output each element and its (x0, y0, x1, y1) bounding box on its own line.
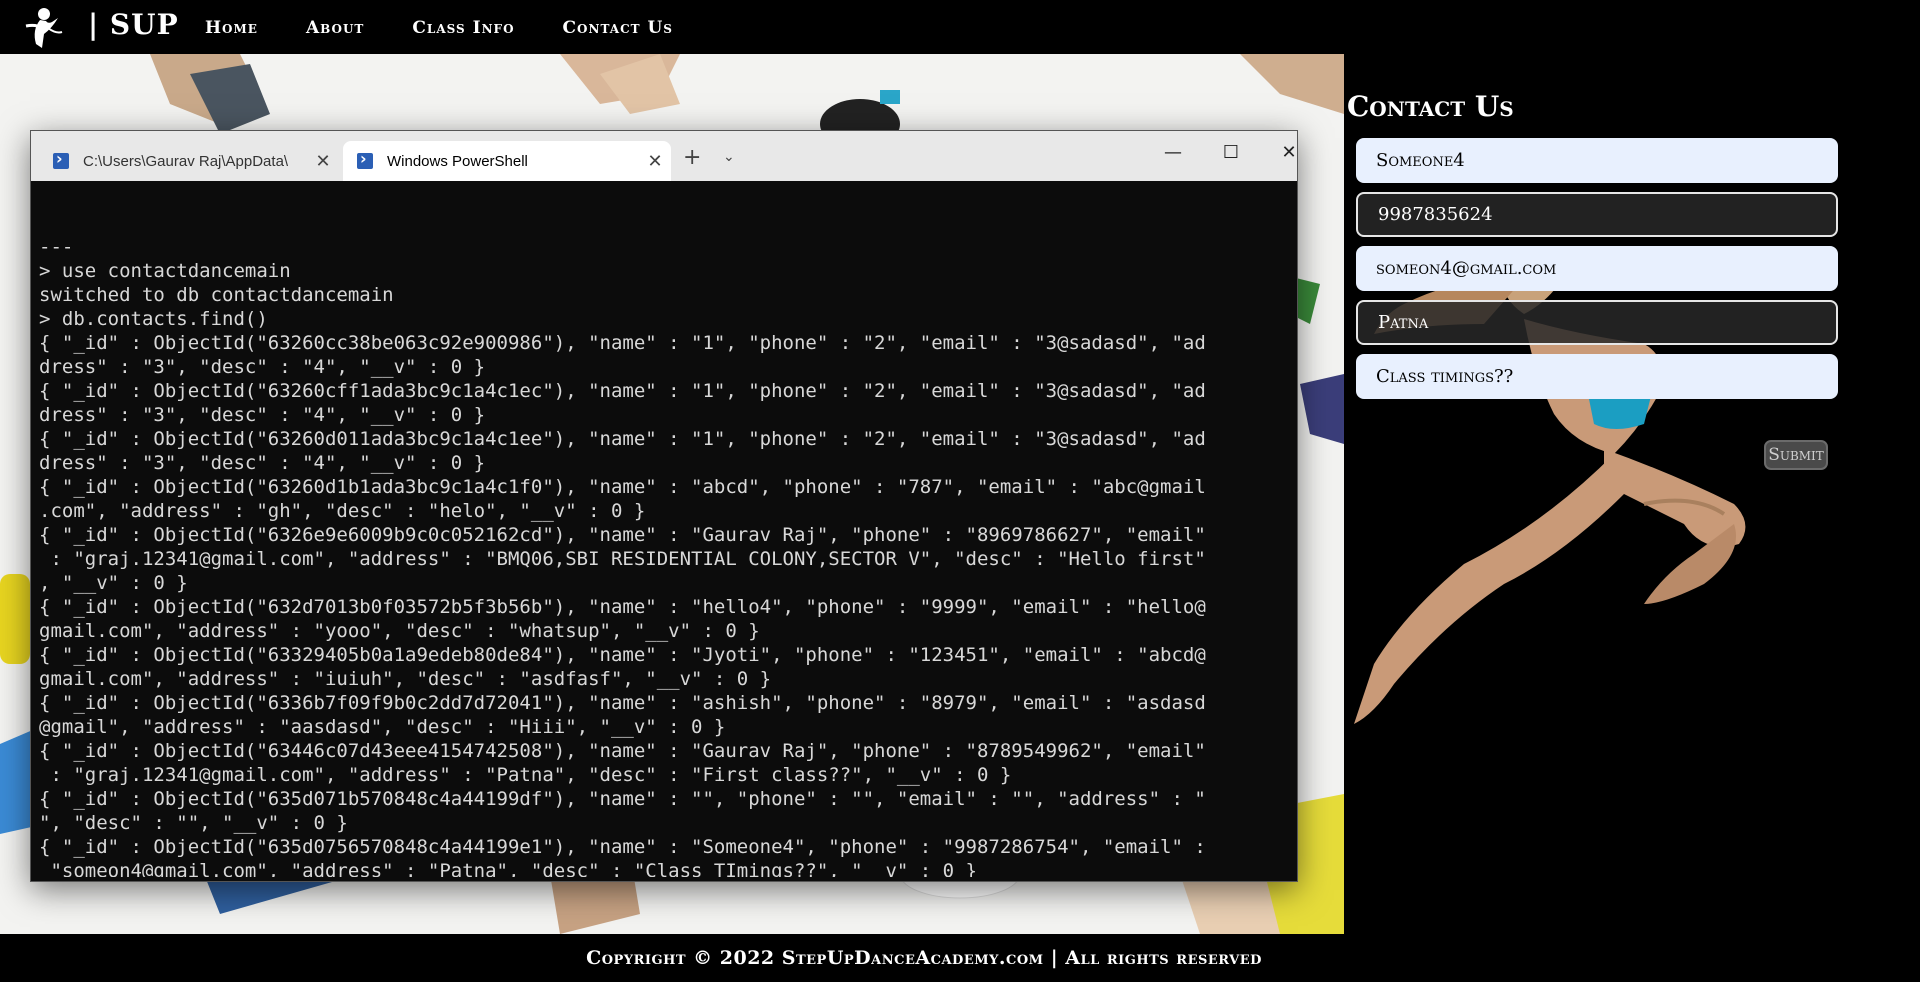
console-line: , "__v" : 0 } (39, 572, 188, 594)
tab-label: Windows PowerShell (387, 152, 528, 170)
tab-windows-powershell[interactable]: Windows PowerShell ✕ (343, 141, 671, 181)
console-line: ", "desc" : "", "__v" : 0 } (39, 812, 348, 834)
console-line: > db.contacts.find() (39, 308, 268, 330)
tab-appdata[interactable]: C:\Users\Gaurav Raj\AppData\ ✕ (39, 141, 339, 181)
close-icon[interactable]: ✕ (1269, 139, 1309, 165)
console-line: --- (39, 236, 74, 258)
console-line: gmail.com", "address" : "yooo", "desc" :… (39, 620, 760, 642)
submit-button[interactable]: Submit (1764, 440, 1828, 470)
nav-links: Home About Class Info Contact Us (205, 18, 673, 38)
console-line: : "graj.12341@gmail.com", "address" : "P… (39, 764, 1012, 786)
close-tab-icon[interactable]: ✕ (639, 151, 671, 172)
terminal-titlebar[interactable]: C:\Users\Gaurav Raj\AppData\ ✕ Windows P… (31, 131, 1297, 181)
tab-label: C:\Users\Gaurav Raj\AppData\ (83, 152, 289, 170)
nav-contact-us[interactable]: Contact Us (563, 18, 673, 38)
console-line: { "_id" : ObjectId("63329405b0a1a9edeb80… (39, 644, 1206, 666)
close-tab-icon[interactable]: ✕ (307, 151, 339, 172)
console-line: { "_id" : ObjectId("63260d011ada3bc9c1a4… (39, 428, 1206, 450)
console-line: dress" : "3", "desc" : "4", "__v" : 0 } (39, 452, 486, 474)
console-line: { "_id" : ObjectId("6336b7f09f9b0c2dd7d7… (39, 692, 1206, 714)
console-line: { "_id" : ObjectId("635d071b570848c4a441… (39, 788, 1206, 810)
email-field[interactable]: someon4@gmail.com (1356, 246, 1838, 291)
navbar: | SUP Home About Class Info Contact Us (0, 0, 1920, 54)
console-line: { "_id" : ObjectId("63260cc38be063c92e90… (39, 332, 1206, 354)
bottom-divider (0, 982, 1920, 991)
footer: Copyright © 2022 StepUpDanceAcademy.com … (0, 934, 1920, 982)
name-field[interactable]: Someone4 (1356, 138, 1838, 183)
console-line: @gmail", "address" : "aasdasd", "desc" :… (39, 716, 726, 738)
contact-title: Contact Us (1347, 90, 1514, 123)
powershell-icon (357, 149, 373, 169)
console-line: gmail.com", "address" : "iuiuh", "desc" … (39, 668, 772, 690)
terminal-window[interactable]: C:\Users\Gaurav Raj\AppData\ ✕ Windows P… (30, 130, 1298, 882)
console-line: { "_id" : ObjectId("63260cff1ada3bc9c1a4… (39, 380, 1206, 402)
console-line: > use contactdancemain (39, 260, 291, 282)
console-line: : "graj.12341@gmail.com", "address" : "B… (39, 548, 1206, 570)
nav-home[interactable]: Home (205, 18, 258, 38)
footer-copyright: Copyright © 2022 StepUpDanceAcademy.com … (586, 947, 1262, 969)
console-line: { "_id" : ObjectId("63446c07d43eee415474… (39, 740, 1206, 762)
dancer-logo-icon[interactable] (22, 4, 66, 50)
contact-section: Contact Us Someone4 9987835624 someon4@g… (1344, 54, 1920, 934)
console-output[interactable]: --- > use contactdancemain switched to db … (39, 187, 1291, 877)
console-lines: --- > use contactdancemain switched to db … (39, 235, 1291, 877)
desc-field[interactable]: Class timings?? (1356, 354, 1838, 399)
console-line: "someon4@gmail.com", "address" : "Patna"… (39, 860, 977, 877)
console-line: { "_id" : ObjectId("6326e9e6009b9c0c0521… (39, 524, 1206, 546)
console-line: .com", "address" : "gh", "desc" : "helo"… (39, 500, 646, 522)
minimize-icon[interactable]: — (1153, 139, 1193, 165)
new-tab-button[interactable]: + (683, 145, 701, 170)
phone-field[interactable]: 9987835624 (1356, 192, 1838, 237)
console-line: { "_id" : ObjectId("635d0756570848c4a441… (39, 836, 1206, 858)
brand-name[interactable]: | SUP (88, 8, 179, 41)
console-line: dress" : "3", "desc" : "4", "__v" : 0 } (39, 356, 486, 378)
console-line: { "_id" : ObjectId("632d7013b0f03572b5f3… (39, 596, 1206, 618)
address-field[interactable]: Patna (1356, 300, 1838, 345)
nav-about[interactable]: About (306, 18, 364, 38)
console-line: dress" : "3", "desc" : "4", "__v" : 0 } (39, 404, 486, 426)
maximize-icon[interactable]: ☐ (1211, 139, 1251, 165)
console-line: switched to db contactdancemain (39, 284, 394, 306)
powershell-icon (53, 149, 69, 169)
tab-dropdown-icon[interactable]: ⌄ (723, 149, 735, 165)
console-line: { "_id" : ObjectId("63260d1b1ada3bc9c1a4… (39, 476, 1206, 498)
nav-class-info[interactable]: Class Info (412, 18, 514, 38)
